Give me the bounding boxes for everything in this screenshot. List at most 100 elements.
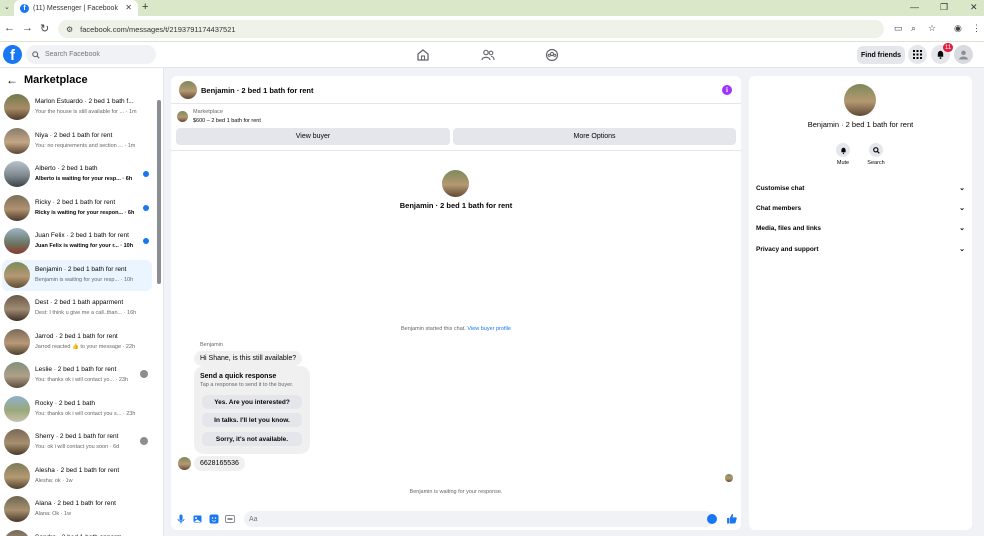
browser-menu-icon[interactable]: ⋮	[972, 23, 981, 34]
image-icon[interactable]	[193, 514, 203, 524]
chevron-down-icon: ⌄	[959, 205, 965, 212]
sidebar-scrollbar[interactable]	[157, 100, 161, 284]
profile-icon[interactable]: ◉	[954, 23, 962, 34]
conversation-item[interactable]: Jarrod · 2 bed 1 bath for rent Jarrod rea…	[2, 327, 152, 358]
account-avatar[interactable]	[954, 45, 973, 64]
info-avatar[interactable]	[844, 84, 876, 116]
home-icon[interactable]	[416, 48, 430, 62]
chat-panel: Benjamin · 2 bed 1 bath for rent i Marke…	[171, 76, 741, 530]
search-icon	[32, 50, 40, 59]
listing-thumbnail[interactable]	[177, 111, 188, 122]
quick-response-in-talks[interactable]: In talks. I'll let you know.	[202, 413, 302, 427]
facebook-search[interactable]	[26, 45, 156, 64]
mute-button[interactable]: Mute	[828, 143, 858, 166]
facebook-logo[interactable]: f	[3, 45, 22, 64]
search-conversation-button[interactable]: Search	[861, 143, 891, 166]
url-text: facebook.com/messages/t/2193791174437521	[80, 24, 236, 34]
conversation-snippet: Jarrod reacted 👍 to your message · 22h	[35, 343, 136, 350]
chat-members-row[interactable]: Chat members ⌄	[756, 201, 965, 215]
minimize-icon[interactable]: —	[910, 2, 919, 12]
site-info-icon[interactable]: ⚙	[66, 25, 73, 34]
conversation-snippet: Juan Felix is waiting for your r... · 10…	[35, 243, 134, 249]
intro-name: Benjamin · 2 bed 1 bath for rent	[399, 201, 513, 210]
sender-label: Benjamin	[200, 342, 223, 348]
search-input[interactable]	[45, 51, 145, 58]
browser-tab[interactable]: f (11) Messenger | Facebook ✕	[14, 0, 138, 16]
microphone-icon[interactable]	[176, 514, 186, 524]
waiting-text: Benjamin is waiting for your response.	[409, 489, 503, 495]
view-buyer-button[interactable]: View buyer	[176, 128, 450, 145]
reload-icon[interactable]: ↻	[40, 22, 49, 35]
quick-response-subtitle: Tap a response to send it to the buyer.	[200, 382, 294, 388]
conversation-item[interactable]: Marlon Estuardo · 2 bed 1 bath f... Your …	[2, 92, 152, 123]
find-friends-button[interactable]: Find friends	[857, 46, 905, 64]
quick-response-yes[interactable]: Yes. Are you interested?	[202, 395, 302, 409]
address-bar[interactable]: ⚙ facebook.com/messages/t/21937911744375…	[58, 20, 884, 38]
conversation-name: Alesha · 2 bed 1 bath for rent	[35, 466, 120, 474]
avatar	[4, 228, 30, 254]
menu-grid-button[interactable]	[908, 45, 927, 64]
privacy-support-row[interactable]: Privacy and support ⌄	[756, 242, 965, 256]
listing-title[interactable]: $600 – 2 bed 1 bath for rent	[193, 118, 261, 124]
facebook-topnav: f Find friends 11	[0, 42, 984, 68]
emoji-icon[interactable]	[707, 514, 717, 524]
message-bubble-phone[interactable]: 6628165536	[194, 456, 245, 471]
conversation-item[interactable]: Alana · 2 bed 1 bath for rent Alana: Ok ·…	[2, 494, 152, 525]
info-icon[interactable]: i	[722, 85, 732, 95]
conversation-item[interactable]: Sandra · 2 bed 1 bath apparm...	[2, 528, 152, 536]
friends-icon[interactable]	[481, 48, 495, 62]
cast-icon[interactable]: ▭	[894, 23, 903, 34]
conversation-snippet: Your the house is still available for ..…	[35, 109, 137, 115]
restore-icon[interactable]: ❐	[940, 2, 948, 13]
quick-response-not-available[interactable]: Sorry, it's not available.	[202, 432, 302, 446]
conversation-item[interactable]: Niya · 2 bed 1 bath for rent You: no requ…	[2, 126, 152, 157]
message-bubble[interactable]: Hi Shane, is this still available?	[194, 351, 303, 366]
conversation-snippet: You: ok i will contact you soon · 6d	[35, 444, 120, 450]
groups-icon[interactable]	[545, 48, 559, 62]
zoom-icon[interactable]: ⌕	[911, 23, 916, 34]
forward-icon[interactable]: →	[22, 22, 33, 34]
conversation-item[interactable]: Rocky · 2 bed 1 bath You: thanks ok i wil…	[2, 394, 152, 425]
thumbs-up-icon[interactable]	[726, 513, 737, 524]
chat-avatar[interactable]	[179, 81, 197, 99]
conversation-item[interactable]: Alberto · 2 bed 1 bath Alberto is waiting…	[2, 159, 152, 190]
back-arrow-icon[interactable]: ←	[6, 73, 18, 87]
tab-close-icon[interactable]: ✕	[125, 3, 132, 12]
conversation-item[interactable]: Juan Felix · 2 bed 1 bath for rent Juan F…	[2, 226, 152, 257]
chevron-down-icon: ⌄	[959, 246, 965, 253]
conversation-item[interactable]: Alesha · 2 bed 1 bath for rent Alesha: ok…	[2, 461, 152, 492]
grid-icon	[913, 50, 922, 59]
view-buyer-profile-link[interactable]: View buyer profile	[467, 326, 511, 332]
avatar	[4, 529, 30, 536]
chat-title[interactable]: Benjamin · 2 bed 1 bath for rent	[201, 86, 314, 95]
conversation-item[interactable]: Benjamin · 2 bed 1 bath for rent Benjamin…	[2, 259, 152, 291]
tab-search-icon[interactable]: ⌄	[4, 3, 10, 11]
chat-header: Benjamin · 2 bed 1 bath for rent i	[171, 76, 741, 104]
more-options-button[interactable]: More Options	[453, 128, 736, 145]
user-icon	[959, 50, 968, 60]
conversation-item[interactable]: Leslie · 2 bed 1 bath for rent You: thank…	[2, 360, 152, 391]
avatar	[4, 395, 30, 422]
message-input[interactable]	[244, 511, 714, 527]
mute-label: Mute	[836, 160, 850, 166]
gif-icon[interactable]	[225, 514, 235, 524]
new-tab-button[interactable]: +	[142, 1, 148, 13]
close-window-icon[interactable]: ✕	[970, 2, 978, 13]
section-label: Privacy and support	[756, 245, 819, 253]
conversation-name: Niya · 2 bed 1 bath for rent	[35, 131, 113, 139]
conversation-item[interactable]: Sherry · 2 bed 1 bath for rent You: ok i …	[2, 427, 152, 458]
conversation-item[interactable]: Dest · 2 bed 1 bath apparment Dest: I thi…	[2, 293, 152, 324]
media-files-links-row[interactable]: Media, files and links ⌄	[756, 221, 965, 235]
conversation-item[interactable]: Ricky · 2 bed 1 bath for rent Ricky is wa…	[2, 193, 152, 224]
avatar	[4, 295, 30, 321]
conversation-snippet: Benjamin is waiting for your resp... · 1…	[35, 276, 134, 283]
conversation-name: Rocky · 2 bed 1 bath	[35, 399, 95, 407]
bell-icon	[840, 147, 846, 154]
conversation-snippet: You: thanks ok i will contact yo... · 23…	[35, 377, 129, 383]
section-label: Media, files and links	[756, 224, 822, 232]
sticker-icon[interactable]	[209, 514, 219, 524]
bookmark-star-icon[interactable]: ☆	[928, 23, 936, 34]
avatar	[4, 194, 30, 221]
customise-chat-row[interactable]: Customise chat ⌄	[756, 181, 965, 195]
back-icon[interactable]: ←	[4, 22, 15, 34]
